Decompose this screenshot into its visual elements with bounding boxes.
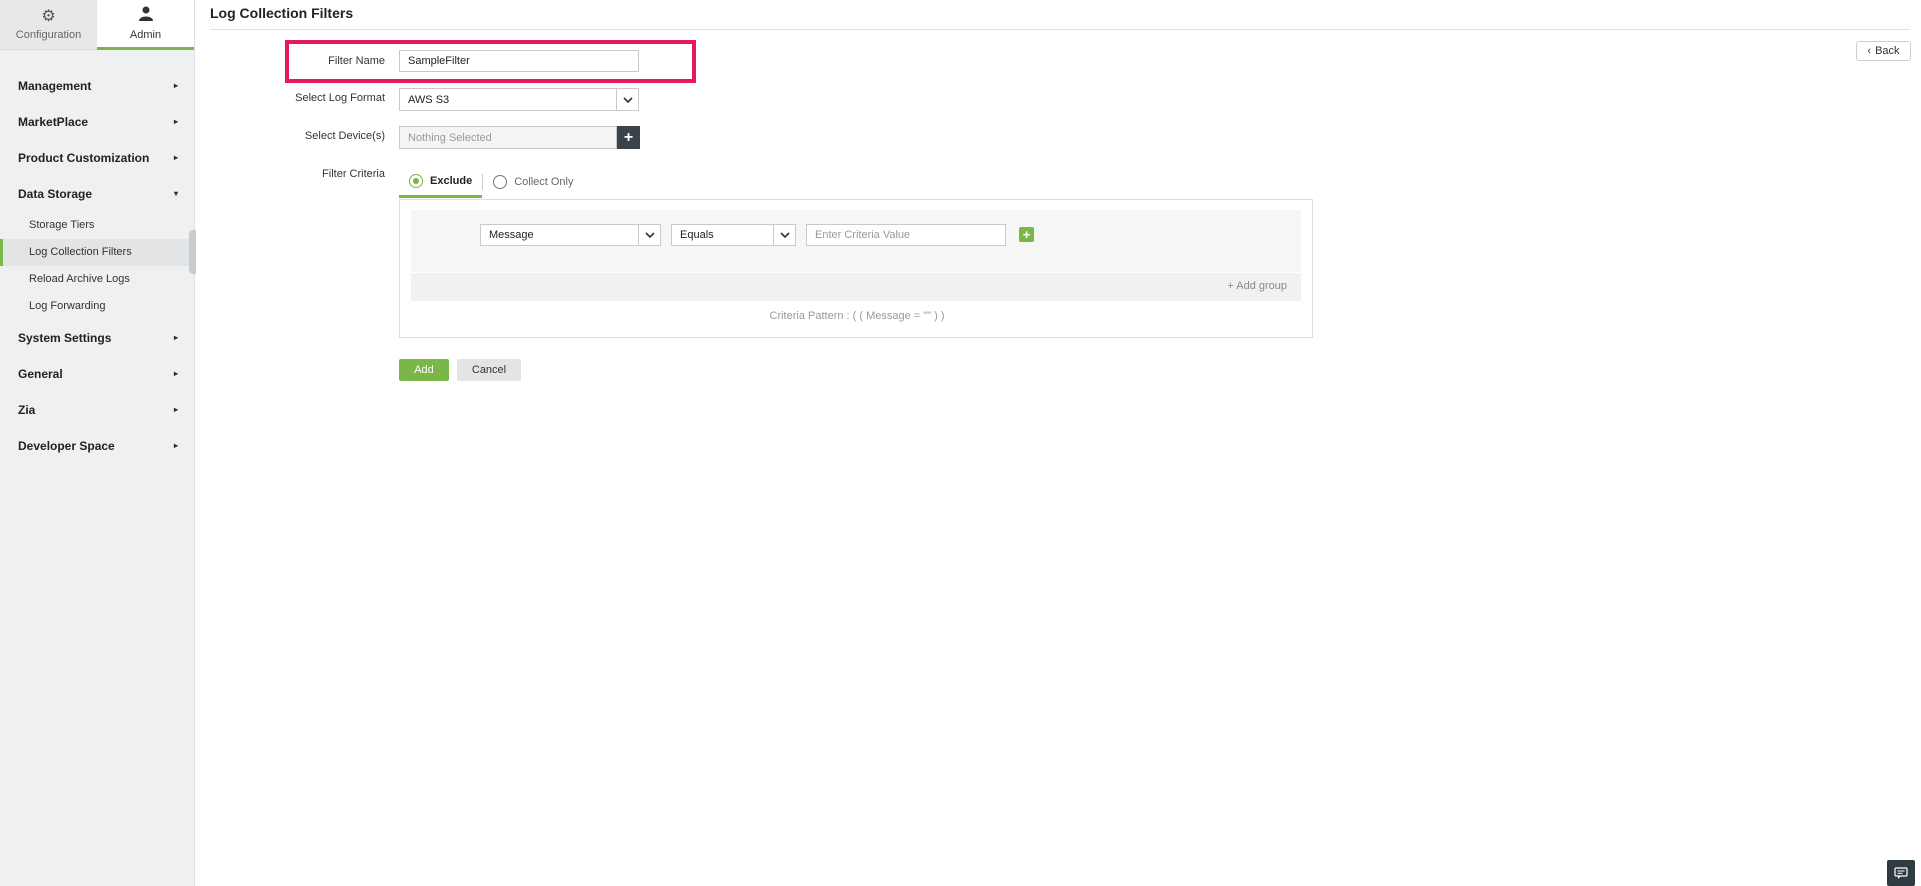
tab-collect-only[interactable]: Collect Only [483, 166, 583, 198]
sidebar-item-label: Zia [18, 403, 36, 417]
sidebar-item-marketplace[interactable]: MarketPlace ▸ [0, 104, 194, 140]
chevron-down-icon[interactable] [773, 225, 795, 245]
user-icon [138, 6, 153, 25]
criteria-value-input[interactable]: Enter Criteria Value [806, 224, 1006, 246]
add-group-button[interactable]: + Add group [1227, 280, 1287, 292]
page-title: Log Collection Filters [210, 5, 354, 21]
plus-icon: + [1227, 280, 1234, 292]
gear-icon: ⚙ [41, 7, 56, 25]
sidebar-item-label: System Settings [18, 331, 112, 345]
back-button-label: Back [1875, 45, 1900, 57]
filter-name-input[interactable]: SampleFilter [399, 50, 639, 72]
chevron-left-icon: ‹ [1867, 45, 1872, 57]
sidebar-item-developer-space[interactable]: Developer Space ▸ [0, 428, 194, 464]
tab-admin[interactable]: Admin [97, 0, 194, 50]
add-device-button[interactable]: + [617, 126, 640, 149]
criteria-field-select[interactable]: Message [480, 224, 661, 246]
sidebar-item-general[interactable]: General ▸ [0, 356, 194, 392]
header-divider [210, 29, 1910, 30]
sidebar-item-system-settings[interactable]: System Settings ▸ [0, 320, 194, 356]
sidebar-item-product-customization[interactable]: Product Customization ▸ [0, 140, 194, 176]
tab-collect-only-label: Collect Only [514, 176, 574, 188]
add-group-label: Add group [1236, 280, 1287, 292]
sidebar-collapse-handle[interactable] [189, 230, 196, 274]
chevron-down-icon[interactable] [616, 89, 638, 110]
log-format-select[interactable]: AWS S3 [399, 88, 639, 111]
criteria-pattern: Criteria Pattern : ( ( Message = "" ) ) [769, 310, 945, 322]
tab-configuration-label: Configuration [15, 28, 82, 41]
sidebar-item-data-storage[interactable]: Data Storage ▾ [0, 176, 194, 212]
sidebar-subitem-reload-archive-logs[interactable]: Reload Archive Logs [0, 266, 194, 293]
sidebar-subitem-log-forwarding[interactable]: Log Forwarding [0, 293, 194, 320]
add-criteria-button[interactable]: + [1019, 227, 1034, 242]
criteria-row: Message Equals Enter Criteria Value + [411, 210, 1301, 272]
sidebar: ⚙ Configuration Admin Management ▸ Marke… [0, 0, 196, 886]
criteria-field-value: Message [489, 229, 534, 241]
criteria-operator-value: Equals [680, 229, 714, 241]
tab-admin-label: Admin [129, 29, 162, 41]
add-button[interactable]: Add [399, 359, 449, 381]
sidebar-item-zia[interactable]: Zia ▸ [0, 392, 194, 428]
radio-collect-only[interactable] [493, 175, 508, 189]
sidebar-item-label: General [18, 367, 63, 381]
radio-exclude[interactable] [409, 173, 423, 188]
tab-configuration[interactable]: ⚙ Configuration [0, 0, 97, 50]
caret-right-icon: ▸ [173, 117, 178, 126]
filter-criteria-label: Filter Criteria [322, 168, 385, 180]
caret-right-icon: ▸ [173, 369, 178, 378]
criteria-operator-select[interactable]: Equals [671, 224, 796, 246]
tab-exclude[interactable]: Exclude [399, 166, 483, 198]
log-format-label: Select Log Format [295, 92, 385, 104]
devices-label: Select Device(s) [304, 130, 385, 142]
sidebar-item-label: Developer Space [18, 439, 115, 453]
sidebar-subitem-log-collection-filters[interactable]: Log Collection Filters [0, 239, 194, 266]
caret-right-icon: ▸ [173, 81, 178, 90]
sidebar-item-label: Product Customization [18, 151, 150, 165]
sidebar-item-management[interactable]: Management ▸ [0, 68, 194, 104]
chevron-down-icon[interactable] [638, 225, 660, 245]
devices-select[interactable]: Nothing Selected [399, 126, 617, 149]
sidebar-menu: Management ▸ MarketPlace ▸ Product Custo… [0, 50, 194, 464]
sidebar-item-label: MarketPlace [18, 115, 89, 129]
caret-right-icon: ▸ [173, 405, 178, 414]
back-button[interactable]: ‹ Back [1856, 41, 1911, 61]
caret-right-icon: ▸ [173, 441, 178, 450]
sidebar-subitem-storage-tiers[interactable]: Storage Tiers [0, 212, 194, 239]
criteria-panel: Message Equals Enter Criteria Value + + … [399, 199, 1313, 338]
log-format-value: AWS S3 [408, 93, 450, 106]
caret-right-icon: ▸ [173, 153, 178, 162]
group-bar: + Add group [411, 273, 1301, 301]
caret-down-icon: ▾ [173, 189, 178, 198]
sidebar-item-label: Data Storage [18, 187, 93, 201]
cancel-button[interactable]: Cancel [457, 359, 521, 381]
top-tabs: ⚙ Configuration Admin [0, 0, 194, 50]
caret-right-icon: ▸ [173, 333, 178, 342]
filter-name-label: Filter Name [328, 55, 385, 67]
tab-exclude-label: Exclude [430, 174, 473, 187]
criteria-tabs: Exclude Collect Only [399, 166, 583, 198]
chat-icon[interactable] [1887, 860, 1915, 886]
sidebar-item-label: Management [18, 79, 92, 93]
